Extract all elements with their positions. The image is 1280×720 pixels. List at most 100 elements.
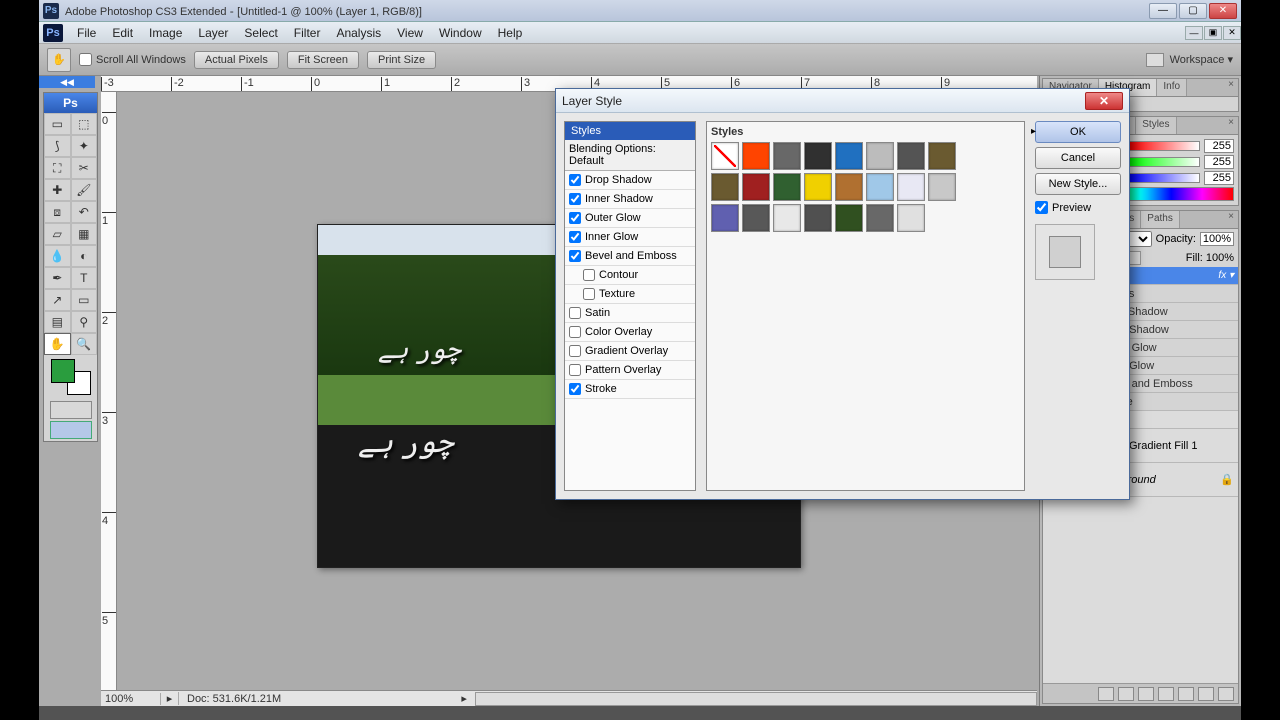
notes-tool[interactable]: ▤ [44, 311, 71, 333]
style-preset-6[interactable] [897, 142, 925, 170]
type-tool[interactable]: T [71, 267, 98, 289]
menu-window[interactable]: Window [431, 23, 490, 43]
hand-tool[interactable]: ✋ [44, 333, 71, 355]
style-preset-10[interactable] [773, 173, 801, 201]
style-preset-8[interactable] [711, 173, 739, 201]
style-preset-11[interactable] [804, 173, 832, 201]
gradient-tool[interactable]: ▦ [71, 223, 98, 245]
style-preset-9[interactable] [742, 173, 770, 201]
move-tool[interactable]: ▭ [44, 113, 71, 135]
dodge-tool[interactable]: ◐ [71, 245, 98, 267]
style-preset-18[interactable] [773, 204, 801, 232]
styles-menu-icon[interactable]: ▸ [1031, 126, 1036, 137]
new-layer-icon[interactable] [1198, 687, 1214, 701]
shape-tool[interactable]: ▭ [71, 289, 98, 311]
effect-pattern-overlay[interactable]: Pattern Overlay [565, 361, 695, 380]
actual-pixels-button[interactable]: Actual Pixels [194, 51, 279, 69]
eyedropper-tool[interactable]: ⚲ [71, 311, 98, 333]
heal-tool[interactable]: ✚ [44, 179, 71, 201]
layer-style-icon[interactable] [1118, 687, 1134, 701]
wand-tool[interactable]: ✦ [71, 135, 98, 157]
toolbox-collapse[interactable]: ◀◀ [39, 76, 95, 88]
style-preset-15[interactable] [928, 173, 956, 201]
menu-select[interactable]: Select [236, 23, 285, 43]
effect-contour[interactable]: Contour [565, 266, 695, 285]
panel-close-icon[interactable]: × [1224, 211, 1238, 228]
menu-analysis[interactable]: Analysis [328, 23, 389, 43]
scrollbar-horizontal[interactable] [475, 692, 1037, 706]
zoom-tool[interactable]: 🔍 [71, 333, 98, 355]
menu-file[interactable]: File [69, 23, 104, 43]
brush-tool[interactable]: 🖌 [71, 179, 98, 201]
marquee-tool[interactable]: ⬚ [71, 113, 98, 135]
trash-icon[interactable] [1218, 687, 1234, 701]
screenmode-toggle[interactable] [50, 421, 92, 439]
style-preset-19[interactable] [804, 204, 832, 232]
menu-edit[interactable]: Edit [104, 23, 141, 43]
foreground-color[interactable] [51, 359, 75, 383]
layer-mask-icon[interactable] [1138, 687, 1154, 701]
menu-layer[interactable]: Layer [190, 23, 236, 43]
style-preset-22[interactable] [897, 204, 925, 232]
style-preset-2[interactable] [773, 142, 801, 170]
style-preset-20[interactable] [835, 204, 863, 232]
preview-checkbox[interactable]: Preview [1035, 201, 1121, 214]
history-brush-tool[interactable]: ↶ [71, 201, 98, 223]
panel-close-icon[interactable]: × [1224, 117, 1238, 134]
doc-restore-button[interactable]: ▣ [1204, 26, 1222, 40]
menu-help[interactable]: Help [490, 23, 531, 43]
opacity-field[interactable]: 100% [1200, 232, 1234, 246]
minimize-button[interactable]: — [1149, 3, 1177, 19]
close-button[interactable]: ✕ [1209, 3, 1237, 19]
doc-minimize-button[interactable]: — [1185, 26, 1203, 40]
style-preset-17[interactable] [742, 204, 770, 232]
slice-tool[interactable]: ✂ [71, 157, 98, 179]
workspace-icon[interactable] [1146, 53, 1164, 67]
style-preset-21[interactable] [866, 204, 894, 232]
style-preset-16[interactable] [711, 204, 739, 232]
style-preset-3[interactable] [804, 142, 832, 170]
tab-paths[interactable]: Paths [1141, 211, 1180, 228]
quickmask-toggle[interactable] [50, 401, 92, 419]
adjustment-layer-icon[interactable] [1158, 687, 1174, 701]
dialog-close-button[interactable]: ✕ [1085, 92, 1123, 110]
menu-image[interactable]: Image [141, 23, 190, 43]
eraser-tool[interactable]: ▱ [44, 223, 71, 245]
menu-view[interactable]: View [389, 23, 431, 43]
panel-close-icon[interactable]: × [1224, 79, 1238, 96]
fit-screen-button[interactable]: Fit Screen [287, 51, 359, 69]
effect-texture[interactable]: Texture [565, 285, 695, 304]
effect-drop-shadow[interactable]: Drop Shadow [565, 171, 695, 190]
group-icon[interactable] [1178, 687, 1194, 701]
print-size-button[interactable]: Print Size [367, 51, 436, 69]
pen-tool[interactable]: ✒ [44, 267, 71, 289]
effect-inner-glow[interactable]: Inner Glow [565, 228, 695, 247]
stamp-tool[interactable]: ⧈ [44, 201, 71, 223]
new-style-button[interactable]: New Style... [1035, 173, 1121, 195]
style-preset-12[interactable] [835, 173, 863, 201]
tab-info[interactable]: Info [1157, 79, 1187, 96]
path-tool[interactable]: ↗ [44, 289, 71, 311]
menu-filter[interactable]: Filter [286, 23, 329, 43]
effect-satin[interactable]: Satin [565, 304, 695, 323]
hand-tool-icon[interactable]: ✋ [47, 48, 71, 72]
style-preset-5[interactable] [866, 142, 894, 170]
blur-tool[interactable]: 💧 [44, 245, 71, 267]
effect-stroke[interactable]: Stroke [565, 380, 695, 399]
dialog-titlebar[interactable]: Layer Style ✕ [556, 89, 1129, 113]
r-value[interactable]: 255 [1204, 139, 1234, 153]
b-value[interactable]: 255 [1204, 171, 1234, 185]
style-preset-0[interactable] [711, 142, 739, 170]
style-preset-13[interactable] [866, 173, 894, 201]
scroll-all-checkbox[interactable]: Scroll All Windows [79, 53, 186, 66]
effect-inner-shadow[interactable]: Inner Shadow [565, 190, 695, 209]
link-layers-icon[interactable] [1098, 687, 1114, 701]
zoom-field[interactable]: 100% [101, 693, 161, 705]
maximize-button[interactable]: ▢ [1179, 3, 1207, 19]
lasso-tool[interactable]: ⟆ [44, 135, 71, 157]
blending-options-row[interactable]: Blending Options: Default [565, 140, 695, 171]
style-preset-4[interactable] [835, 142, 863, 170]
workspace-dropdown[interactable]: Workspace ▾ [1170, 53, 1233, 66]
color-picker[interactable] [51, 359, 91, 395]
effect-color-overlay[interactable]: Color Overlay [565, 323, 695, 342]
